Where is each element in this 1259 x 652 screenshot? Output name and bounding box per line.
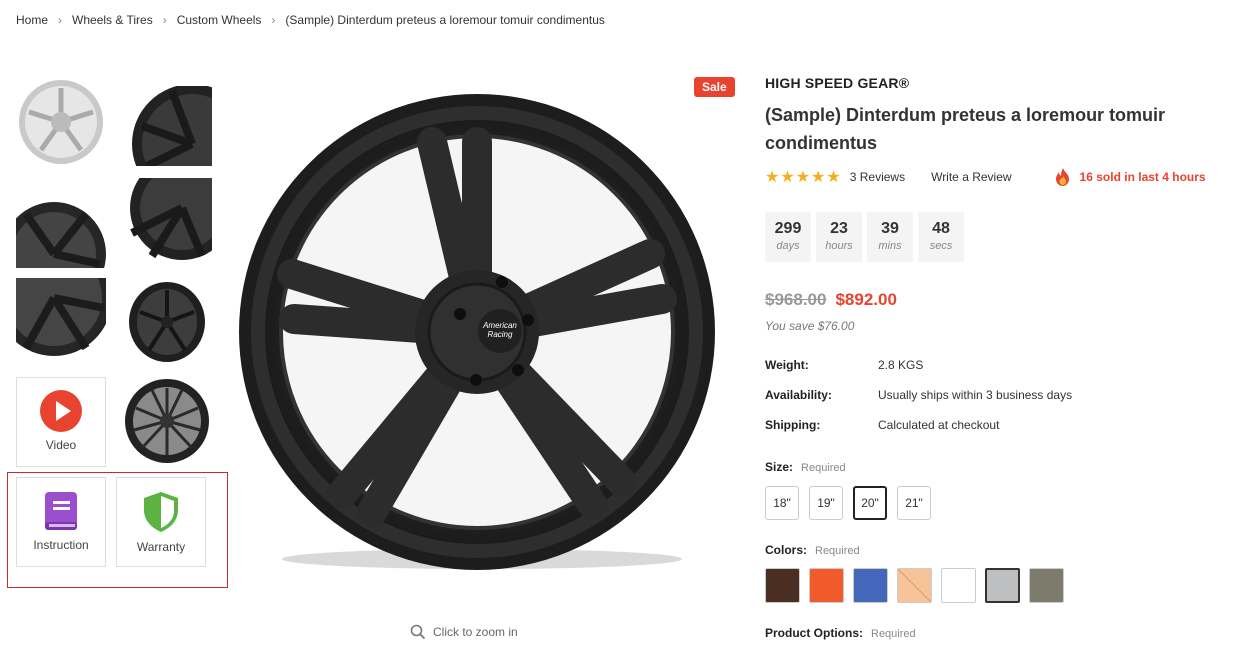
- color-swatch-peach[interactable]: [897, 568, 932, 603]
- countdown-hours: 23 hours: [816, 212, 862, 262]
- product-title: (Sample) Dinterdum preteus a loremour to…: [765, 105, 1166, 153]
- center-cap-text-1: American: [482, 321, 517, 330]
- countdown-days: 299 days: [765, 212, 811, 262]
- wheel-thumbnail-image: [129, 282, 205, 362]
- magnifier-icon: [410, 624, 426, 640]
- thumbnail-black-wheel-side[interactable]: [122, 156, 234, 260]
- main-product-image[interactable]: American Racing: [232, 94, 722, 574]
- color-options: [765, 568, 1073, 603]
- chevron-right-icon: ›: [58, 13, 63, 27]
- countdown-value: 48: [932, 220, 950, 237]
- colors-required: Required: [815, 545, 860, 557]
- countdown-secs: 48 secs: [918, 212, 964, 262]
- center-cap-text-2: Racing: [488, 330, 513, 339]
- breadcrumb-custom-wheels[interactable]: Custom Wheels: [177, 13, 262, 27]
- play-icon: [40, 390, 82, 432]
- old-price: $968.00: [765, 290, 827, 309]
- wheel-thumbnail-image: [0, 240, 112, 356]
- countdown-value: 39: [881, 220, 899, 237]
- countdown-value: 299: [774, 220, 802, 237]
- countdown-unit: secs: [929, 240, 953, 252]
- product-brand[interactable]: HIGH SPEED GEAR®: [765, 75, 909, 91]
- star-rating: ★★★★★: [765, 169, 842, 186]
- sold-indicator: 16 sold in last 4 hours: [1054, 167, 1206, 187]
- flame-icon: [1055, 168, 1069, 186]
- chevron-right-icon: ›: [271, 13, 276, 27]
- thumbnail-black-wheel-angle[interactable]: [122, 84, 252, 204]
- spec-key: Shipping:: [765, 418, 821, 432]
- size-required: Required: [801, 462, 846, 474]
- spec-key: Availability:: [765, 388, 832, 402]
- size-label-text: Size:: [765, 460, 794, 474]
- countdown-unit: mins: [878, 240, 902, 252]
- spec-row-weight: Weight: 2.8 KGS: [765, 358, 1072, 388]
- color-swatch-silver[interactable]: [985, 568, 1020, 603]
- selection-highlight: [7, 472, 228, 588]
- breadcrumb-home[interactable]: Home: [16, 13, 48, 27]
- wheel-thumbnail-image: [130, 156, 234, 260]
- wheel-thumbnail-image: [2, 202, 106, 306]
- size-option-19[interactable]: 19": [809, 486, 843, 520]
- spec-value: 2.8 KGS: [878, 358, 924, 372]
- countdown-timer: 299 days 23 hours 39 mins 48 secs: [765, 212, 969, 262]
- thumbnail-black-wheel-front[interactable]: [2, 184, 106, 306]
- thumbnail-silver-wheel[interactable]: [16, 78, 106, 168]
- spec-value: Calculated at checkout: [878, 418, 1000, 432]
- wheel-thumbnail-image: [19, 80, 103, 164]
- size-option-21[interactable]: 21": [897, 486, 931, 520]
- colors-label: Colors: Required: [765, 543, 860, 557]
- options-label-text: Product Options:: [765, 626, 863, 640]
- color-swatch-white[interactable]: [941, 568, 976, 603]
- wheel-image: American Racing: [239, 94, 715, 570]
- thumbnail-black-wheel-detail[interactable]: [0, 240, 112, 358]
- product-options-label: Product Options: Required: [765, 626, 916, 640]
- countdown-mins: 39 mins: [867, 212, 913, 262]
- thumbnail-black-wheel-angled[interactable]: [122, 278, 212, 364]
- color-swatch-brown[interactable]: [765, 568, 800, 603]
- color-swatch-orange[interactable]: [809, 568, 844, 603]
- spec-row-availability: Availability: Usually ships within 3 bus…: [765, 388, 1072, 418]
- thumbnail-black-wheel-mesh[interactable]: [122, 378, 212, 464]
- breadcrumb-current: (Sample) Dinterdum preteus a loremour to…: [285, 13, 605, 27]
- video-label: Video: [45, 438, 77, 452]
- countdown-value: 23: [830, 220, 848, 237]
- zoom-hint[interactable]: Click to zoom in: [410, 624, 518, 640]
- spec-list: Weight: 2.8 KGS Availability: Usually sh…: [765, 358, 1072, 448]
- countdown-unit: days: [776, 240, 800, 252]
- wheel-thumbnail-image: [125, 379, 209, 463]
- color-swatch-blue[interactable]: [853, 568, 888, 603]
- size-options: 18" 19" 20" 21": [765, 486, 941, 520]
- size-label: Size: Required: [765, 460, 846, 474]
- spec-key: Weight:: [765, 358, 809, 372]
- price-block: $968.00 $892.00: [765, 290, 897, 310]
- size-option-20[interactable]: 20": [853, 486, 887, 520]
- sold-text: 16 sold in last 4 hours: [1079, 170, 1206, 184]
- sale-badge: Sale: [694, 77, 735, 97]
- write-review-link[interactable]: Write a Review: [931, 170, 1011, 184]
- spec-value: Usually ships within 3 business days: [878, 388, 1073, 402]
- breadcrumb: Home › Wheels & Tires › Custom Wheels › …: [16, 13, 605, 27]
- rating-row: ★★★★★ 3 Reviews Write a Review 16 sold i…: [765, 167, 1225, 187]
- size-option-18[interactable]: 18": [765, 486, 799, 520]
- video-button[interactable]: Video: [16, 377, 106, 467]
- colors-label-text: Colors:: [765, 543, 807, 557]
- countdown-unit: hours: [825, 240, 853, 252]
- spec-row-shipping: Shipping: Calculated at checkout: [765, 418, 1072, 448]
- wheel-thumbnail-image: [132, 84, 252, 204]
- reviews-link[interactable]: 3 Reviews: [850, 170, 905, 184]
- you-save: You save $76.00: [765, 319, 855, 333]
- sale-price: $892.00: [835, 290, 897, 309]
- options-required: Required: [871, 628, 916, 640]
- color-swatch-gray[interactable]: [1029, 568, 1064, 603]
- zoom-hint-label: Click to zoom in: [433, 625, 518, 639]
- chevron-right-icon: ›: [162, 13, 167, 27]
- breadcrumb-wheels-tires[interactable]: Wheels & Tires: [72, 13, 153, 27]
